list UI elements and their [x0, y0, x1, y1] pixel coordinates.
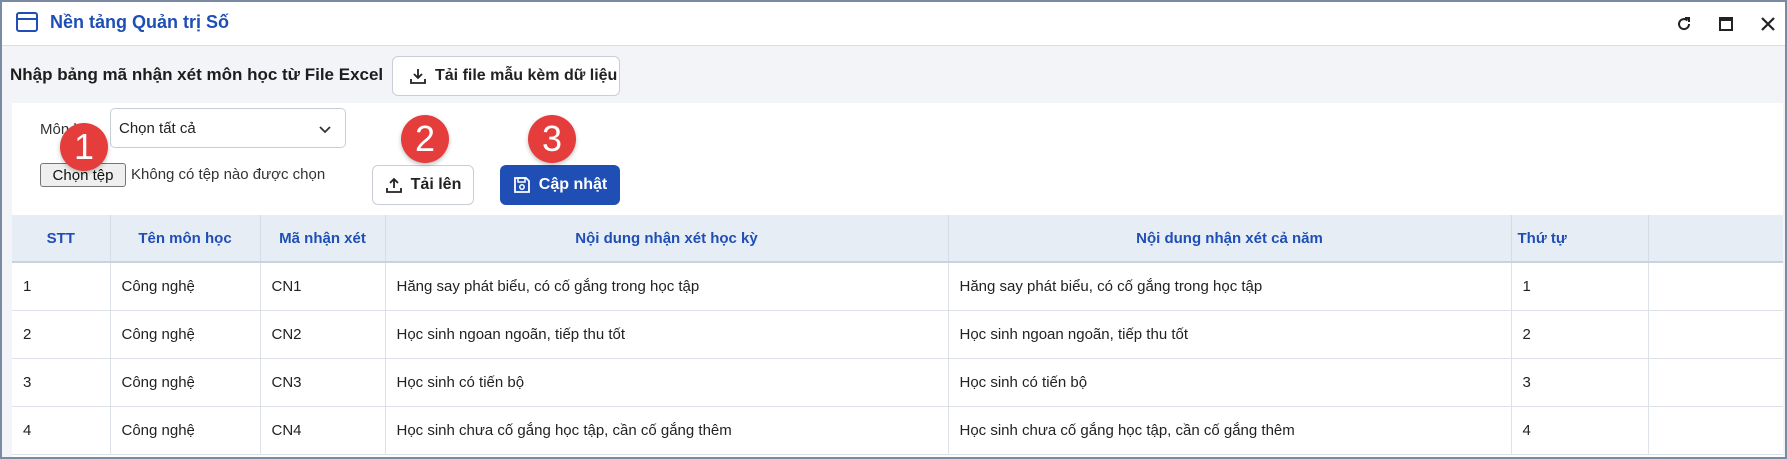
update-label: Cập nhật: [538, 176, 608, 193]
title-bar: Nền tảng Quản trị Số: [2, 2, 1785, 46]
cell-year-comment: Hăng say phát biểu, có cố gắng trong học…: [948, 262, 1512, 311]
cell-semester-comment: Học sinh ngoan ngoãn, tiếp thu tốt: [385, 310, 949, 359]
page-heading: Nhập bảng mã nhận xét môn học từ File Ex…: [10, 65, 384, 84]
cell-order: 1: [1511, 262, 1649, 311]
cell-year-comment: Học sinh có tiến bộ: [948, 358, 1512, 407]
file-status: Không có tệp nào được chọn: [131, 166, 326, 183]
cell-subject-name: Công nghệ: [110, 310, 261, 359]
step-marker-1: 1: [60, 123, 108, 171]
cell-year-comment: Học sinh chưa cố gắng học tập, cần cố gắ…: [948, 406, 1512, 455]
column-header-extra: [1648, 215, 1783, 263]
cell-comment-code: CN4: [260, 406, 386, 455]
chevron-down-icon: [319, 126, 331, 134]
cell-stt: 1: [12, 262, 111, 311]
cell-semester-comment: Hăng say phát biểu, có cố gắng trong học…: [385, 262, 949, 311]
cell-comment-code: CN1: [260, 262, 386, 311]
table-row[interactable]: 2 Công nghệ CN2 Học sinh ngoan ngoãn, ti…: [12, 310, 1783, 359]
upload-label: Tải lên: [410, 176, 462, 193]
table-row[interactable]: 3 Công nghệ CN3 Học sinh có tiến bộ Học …: [12, 358, 1783, 407]
step-marker-2: 2: [401, 115, 449, 163]
subject-select[interactable]: Chọn tất cả: [110, 108, 346, 148]
cell-year-comment: Học sinh ngoan ngoãn, tiếp thu tốt: [948, 310, 1512, 359]
toolbar: Nhập bảng mã nhận xét môn học từ File Ex…: [2, 47, 1785, 103]
cell-stt: 2: [12, 310, 111, 359]
column-header-year-comment[interactable]: Nội dung nhận xét cả năm: [948, 215, 1512, 263]
table-header-row: STT Tên môn học Mã nhận xét Nội dung nhậ…: [12, 215, 1783, 263]
column-header-order[interactable]: Thứ tự: [1511, 215, 1649, 263]
upload-icon: [385, 177, 402, 193]
refresh-icon: [1678, 17, 1691, 31]
cell-order: 4: [1511, 406, 1649, 455]
close-icon: [1761, 17, 1775, 31]
table-row[interactable]: 1 Công nghệ CN1 Hăng say phát biểu, có c…: [12, 262, 1783, 311]
upload-button[interactable]: Tải lên: [372, 165, 474, 205]
comments-table: STT Tên môn học Mã nhận xét Nội dung nhậ…: [12, 215, 1783, 457]
cell-semester-comment: Học sinh chưa cố gắng học tập, cần cố gắ…: [385, 406, 949, 455]
download-template-label: Tải file mẫu kèm dữ liệu: [435, 67, 618, 84]
step-marker-3: 3: [528, 115, 576, 163]
cell-extra: [1648, 310, 1783, 359]
column-header-stt[interactable]: STT: [12, 215, 111, 263]
maximize-icon: [1719, 17, 1733, 31]
download-template-button[interactable]: Tải file mẫu kèm dữ liệu: [392, 56, 620, 96]
cell-semester-comment: Học sinh có tiến bộ: [385, 358, 949, 407]
cell-extra: [1648, 358, 1783, 407]
column-header-semester-comment[interactable]: Nội dung nhận xét học kỳ: [385, 215, 949, 263]
column-header-comment-code[interactable]: Mã nhận xét: [260, 215, 386, 263]
table-row[interactable]: 4 Công nghệ CN4 Học sinh chưa cố gắng họ…: [12, 406, 1783, 455]
column-header-subject-name[interactable]: Tên môn học: [110, 215, 261, 263]
window-title: Nền tảng Quản trị Số: [50, 12, 230, 32]
cell-order: 3: [1511, 358, 1649, 407]
window-icon: [16, 12, 38, 32]
cell-extra: [1648, 262, 1783, 311]
cell-subject-name: Công nghệ: [110, 358, 261, 407]
cell-comment-code: CN3: [260, 358, 386, 407]
cell-stt: 3: [12, 358, 111, 407]
close-button[interactable]: [1756, 12, 1780, 36]
cell-comment-code: CN2: [260, 310, 386, 359]
cell-stt: 4: [12, 406, 111, 455]
app-window: Nền tảng Quản trị Số Nhập bảng mã nhận x…: [0, 0, 1787, 459]
cell-extra: [1648, 406, 1783, 455]
update-button[interactable]: Cập nhật: [500, 165, 620, 205]
import-panel: Môn học Chọn tất cả Chọn tệp Không có tệ…: [12, 103, 1783, 215]
cell-order: 2: [1511, 310, 1649, 359]
save-icon: [513, 177, 530, 193]
cell-subject-name: Công nghệ: [110, 262, 261, 311]
cell-subject-name: Công nghệ: [110, 406, 261, 455]
refresh-button[interactable]: [1672, 12, 1696, 36]
download-icon: [410, 69, 426, 84]
maximize-button[interactable]: [1714, 12, 1738, 36]
subject-select-value: Chọn tất cả: [119, 120, 196, 137]
